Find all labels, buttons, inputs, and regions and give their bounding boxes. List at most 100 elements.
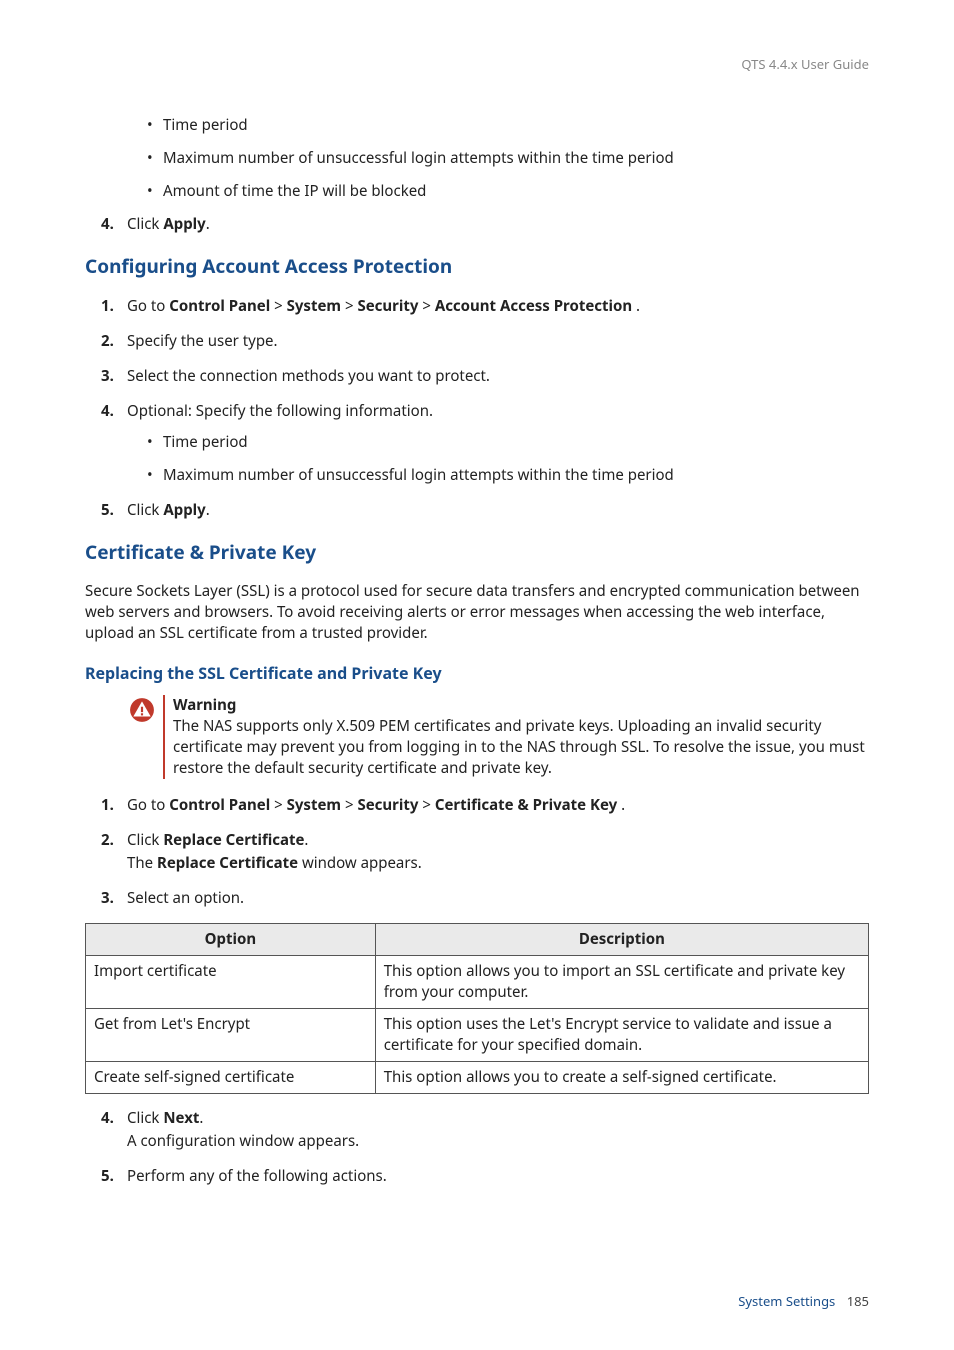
step-text: . [206,214,210,234]
next-label: Next [163,1108,199,1128]
step-text: Click [127,214,163,234]
nav-path: Control Panel [169,795,270,815]
step-number: 3. [101,366,114,387]
col-option: Option [86,923,376,955]
list-item: Time period [85,115,869,136]
step-text: Click [127,1108,163,1128]
sub-bullets: Time period Maximum number of unsuccessf… [127,432,869,486]
warning-text: Warning The NAS supports only X.509 PEM … [173,695,869,779]
sep: > [418,296,434,316]
step-item: 3. Select the connection methods you wan… [85,366,869,387]
footer-page-number: 185 [847,1292,869,1310]
page-content: Time period Maximum number of unsuccessf… [85,115,869,1187]
step-number: 2. [101,331,114,352]
step-text: Go to [127,795,169,815]
section-title-cert-key: Certificate & Private Key [85,539,869,566]
step-item: 5. Perform any of the following actions. [85,1166,869,1187]
warning-bar [163,695,165,779]
step-item: 3. Select an option. [85,888,869,909]
table-row: Import certificate This option allows yo… [86,955,869,1008]
section3-steps-b: 4. Click Next. A configuration window ap… [85,1108,869,1187]
warning-callout: Warning The NAS supports only X.509 PEM … [129,695,869,779]
step-item: 1. Go to Control Panel > System > Securi… [85,795,869,816]
sep: > [418,795,434,815]
cell-desc: This option allows you to import an SSL … [375,955,868,1008]
replace-cert-label: Replace Certificate [163,830,304,850]
warning-icon [129,695,157,779]
sep: > [341,795,357,815]
section2-paragraph: Secure Sockets Layer (SSL) is a protocol… [85,581,869,644]
cell-desc: This option allows you to create a self-… [375,1061,868,1093]
step-number: 4. [101,1108,114,1129]
cell-option: Get from Let's Encrypt [86,1008,376,1061]
nav-path: System [287,795,341,815]
nav-path: Control Panel [169,296,270,316]
step-item: 2. Click Replace Certificate. The Replac… [85,830,869,874]
cell-desc: This option uses the Let's Encrypt servi… [375,1008,868,1061]
page-footer: System Settings 185 [738,1292,869,1310]
col-description: Description [375,923,868,955]
intro-bullets: Time period Maximum number of unsuccessf… [85,115,869,202]
step-subtext: The Replace Certificate window appears. [127,853,869,874]
step-number: 4. [101,401,114,422]
apply-label: Apply [163,214,205,234]
section-title-account-access: Configuring Account Access Protection [85,253,869,280]
warning-body: The NAS supports only X.509 PEM certific… [173,716,869,779]
step-number: 2. [101,830,114,851]
options-table: Option Description Import certificate Th… [85,923,869,1094]
section1-steps: 1. Go to Control Panel > System > Securi… [85,296,869,521]
table-row: Create self-signed certificate This opti… [86,1061,869,1093]
table-row: Get from Let's Encrypt This option uses … [86,1008,869,1061]
list-item: Time period [127,432,869,453]
step-item: 4. Click Next. A configuration window ap… [85,1108,869,1152]
window-name: Replace Certificate [157,853,298,873]
step-item: 5. Click Apply. [85,500,869,521]
step-text: . [632,296,640,316]
step-item: 1. Go to Control Panel > System > Securi… [85,296,869,317]
step-text: Select an option. [127,888,244,908]
footer-section: System Settings [738,1292,835,1310]
step-text: Go to [127,296,169,316]
list-item: Maximum number of unsuccessful login att… [127,465,869,486]
step-item: 2. Specify the user type. [85,331,869,352]
step-number: 5. [101,1166,114,1187]
nav-path: Security [357,296,418,316]
nav-path: Certificate & Private Key [435,795,617,815]
step-text: . [304,830,308,850]
nav-path: System [287,296,341,316]
cell-option: Create self-signed certificate [86,1061,376,1093]
list-item: Maximum number of unsuccessful login att… [85,148,869,169]
step-text: . [206,500,210,520]
step-subtext: A configuration window appears. [127,1131,869,1152]
list-item: Amount of time the IP will be blocked [85,181,869,202]
step-number: 1. [101,296,114,317]
nav-path: Account Access Protection [435,296,632,316]
step-number: 5. [101,500,114,521]
step-text: Select the connection methods you want t… [127,366,490,386]
cell-option: Import certificate [86,955,376,1008]
sep: > [341,296,357,316]
step-number: 4. [101,214,114,235]
nav-path: Security [357,795,418,815]
step-text: Perform any of the following actions. [127,1166,387,1186]
section3-steps-a: 1. Go to Control Panel > System > Securi… [85,795,869,909]
warning-title: Warning [173,695,869,716]
step-item: 4. Optional: Specify the following infor… [85,401,869,486]
sep: > [270,795,286,815]
subsection-title-replace-ssl: Replacing the SSL Certificate and Privat… [85,662,869,684]
apply-label: Apply [163,500,205,520]
sep: > [270,296,286,316]
step-text: Click [127,500,163,520]
table-header-row: Option Description [86,923,869,955]
step-sub-post: window appears. [298,853,422,873]
step-sub-pre: The [127,853,157,873]
step-item: 4. Click Apply. [85,214,869,235]
intro-step4: 4. Click Apply. [85,214,869,235]
step-text: Optional: Specify the following informat… [127,401,433,421]
step-number: 3. [101,888,114,909]
step-text: Specify the user type. [127,331,278,351]
step-text: Click [127,830,163,850]
step-text: . [617,795,625,815]
doc-header-title: QTS 4.4.x User Guide [741,55,869,73]
step-number: 1. [101,795,114,816]
